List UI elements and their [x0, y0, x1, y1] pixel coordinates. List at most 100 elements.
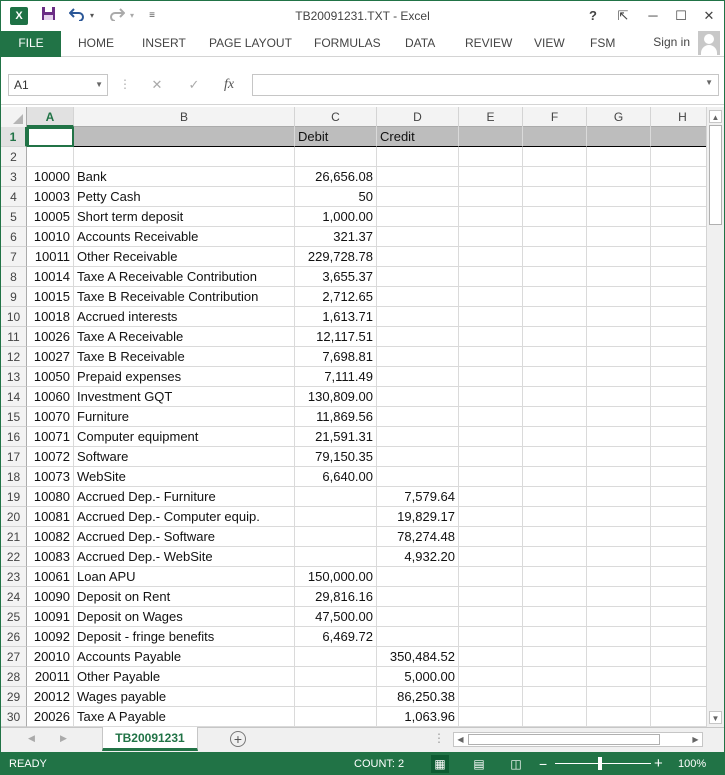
cell-h1[interactable]	[651, 127, 706, 147]
cell-a9[interactable]: 10015	[27, 287, 74, 307]
add-sheet-button[interactable]: +	[230, 731, 246, 747]
cell-d25[interactable]	[377, 607, 459, 627]
cell-f11[interactable]	[523, 327, 587, 347]
zoom-slider[interactable]	[555, 763, 651, 764]
cell-g18[interactable]	[587, 467, 651, 487]
cell-b9[interactable]: Taxe B Receivable Contribution	[74, 287, 295, 307]
cell-b16[interactable]: Computer equipment	[74, 427, 295, 447]
cell-c5[interactable]: 1,000.00	[295, 207, 377, 227]
cell-h15[interactable]	[651, 407, 706, 427]
cell-h25[interactable]	[651, 607, 706, 627]
cell-h27[interactable]	[651, 647, 706, 667]
cell-g2[interactable]	[587, 147, 651, 167]
row-header[interactable]: 10	[1, 307, 27, 327]
column-header-c[interactable]: C	[295, 107, 377, 127]
cell-e8[interactable]	[459, 267, 523, 287]
cell-c7[interactable]: 229,728.78	[295, 247, 377, 267]
cell-g24[interactable]	[587, 587, 651, 607]
column-header-a[interactable]: A	[27, 107, 74, 127]
cell-c18[interactable]: 6,640.00	[295, 467, 377, 487]
cell-a13[interactable]: 10050	[27, 367, 74, 387]
cell-g23[interactable]	[587, 567, 651, 587]
cell-c4[interactable]: 50	[295, 187, 377, 207]
row-header[interactable]: 17	[1, 447, 27, 467]
row-header[interactable]: 13	[1, 367, 27, 387]
sign-in-link[interactable]: Sign in	[653, 35, 690, 49]
tab-review[interactable]: REVIEW	[465, 31, 512, 57]
cell-d16[interactable]	[377, 427, 459, 447]
cell-d2[interactable]	[377, 147, 459, 167]
cell-h6[interactable]	[651, 227, 706, 247]
cell-d12[interactable]	[377, 347, 459, 367]
cell-d6[interactable]	[377, 227, 459, 247]
cell-b12[interactable]: Taxe B Receivable	[74, 347, 295, 367]
help-button[interactable]: ?	[581, 6, 605, 26]
cell-e1[interactable]	[459, 127, 523, 147]
cell-d14[interactable]	[377, 387, 459, 407]
cell-b28[interactable]: Other Payable	[74, 667, 295, 687]
cell-c27[interactable]	[295, 647, 377, 667]
cell-a15[interactable]: 10070	[27, 407, 74, 427]
cell-b11[interactable]: Taxe A Receivable	[74, 327, 295, 347]
cell-g16[interactable]	[587, 427, 651, 447]
cell-g8[interactable]	[587, 267, 651, 287]
zoom-in-button[interactable]: +	[654, 755, 663, 772]
cell-a29[interactable]: 20012	[27, 687, 74, 707]
cell-e16[interactable]	[459, 427, 523, 447]
cell-e22[interactable]	[459, 547, 523, 567]
cell-h28[interactable]	[651, 667, 706, 687]
cell-h13[interactable]	[651, 367, 706, 387]
cell-h21[interactable]	[651, 527, 706, 547]
cell-h12[interactable]	[651, 347, 706, 367]
cell-h7[interactable]	[651, 247, 706, 267]
row-header[interactable]: 21	[1, 527, 27, 547]
cell-c20[interactable]	[295, 507, 377, 527]
row-header[interactable]: 27	[1, 647, 27, 667]
cell-e26[interactable]	[459, 627, 523, 647]
scroll-down-icon[interactable]: ▼	[709, 711, 722, 724]
cell-f24[interactable]	[523, 587, 587, 607]
tab-data[interactable]: DATA	[405, 31, 435, 57]
row-header[interactable]: 11	[1, 327, 27, 347]
scroll-up-icon[interactable]: ▲	[709, 110, 722, 123]
cell-g9[interactable]	[587, 287, 651, 307]
column-header-d[interactable]: D	[377, 107, 459, 127]
cell-d28[interactable]: 5,000.00	[377, 667, 459, 687]
sheet-tab-active[interactable]: TB20091231	[102, 727, 198, 751]
confirm-entry-button[interactable]: ✓	[183, 74, 205, 96]
formula-input[interactable]: ▼	[252, 74, 719, 96]
cell-d3[interactable]	[377, 167, 459, 187]
cell-e5[interactable]	[459, 207, 523, 227]
cell-g25[interactable]	[587, 607, 651, 627]
cell-a25[interactable]: 10091	[27, 607, 74, 627]
close-button[interactable]: ✕	[697, 6, 721, 26]
cell-e14[interactable]	[459, 387, 523, 407]
cell-h17[interactable]	[651, 447, 706, 467]
cell-g30[interactable]	[587, 707, 651, 727]
cell-d26[interactable]	[377, 627, 459, 647]
cell-h2[interactable]	[651, 147, 706, 167]
cell-g26[interactable]	[587, 627, 651, 647]
row-header[interactable]: 3	[1, 167, 27, 187]
cell-g22[interactable]	[587, 547, 651, 567]
cancel-entry-button[interactable]: ✕	[146, 74, 168, 96]
cell-a16[interactable]: 10071	[27, 427, 74, 447]
cell-a20[interactable]: 10081	[27, 507, 74, 527]
cell-f29[interactable]	[523, 687, 587, 707]
vertical-scroll-thumb[interactable]	[709, 125, 722, 225]
row-header[interactable]: 20	[1, 507, 27, 527]
cell-h29[interactable]	[651, 687, 706, 707]
cell-g19[interactable]	[587, 487, 651, 507]
cell-b24[interactable]: Deposit on Rent	[74, 587, 295, 607]
cell-a22[interactable]: 10083	[27, 547, 74, 567]
cell-d27[interactable]: 350,484.52	[377, 647, 459, 667]
cell-c2[interactable]	[295, 147, 377, 167]
cell-e2[interactable]	[459, 147, 523, 167]
cell-a3[interactable]: 10000	[27, 167, 74, 187]
cell-g28[interactable]	[587, 667, 651, 687]
ribbon-display-options-button[interactable]: ⇱	[611, 6, 635, 26]
tab-formulas[interactable]: FORMULAS	[314, 31, 381, 57]
cell-f16[interactable]	[523, 427, 587, 447]
cell-c6[interactable]: 321.37	[295, 227, 377, 247]
cell-d11[interactable]	[377, 327, 459, 347]
